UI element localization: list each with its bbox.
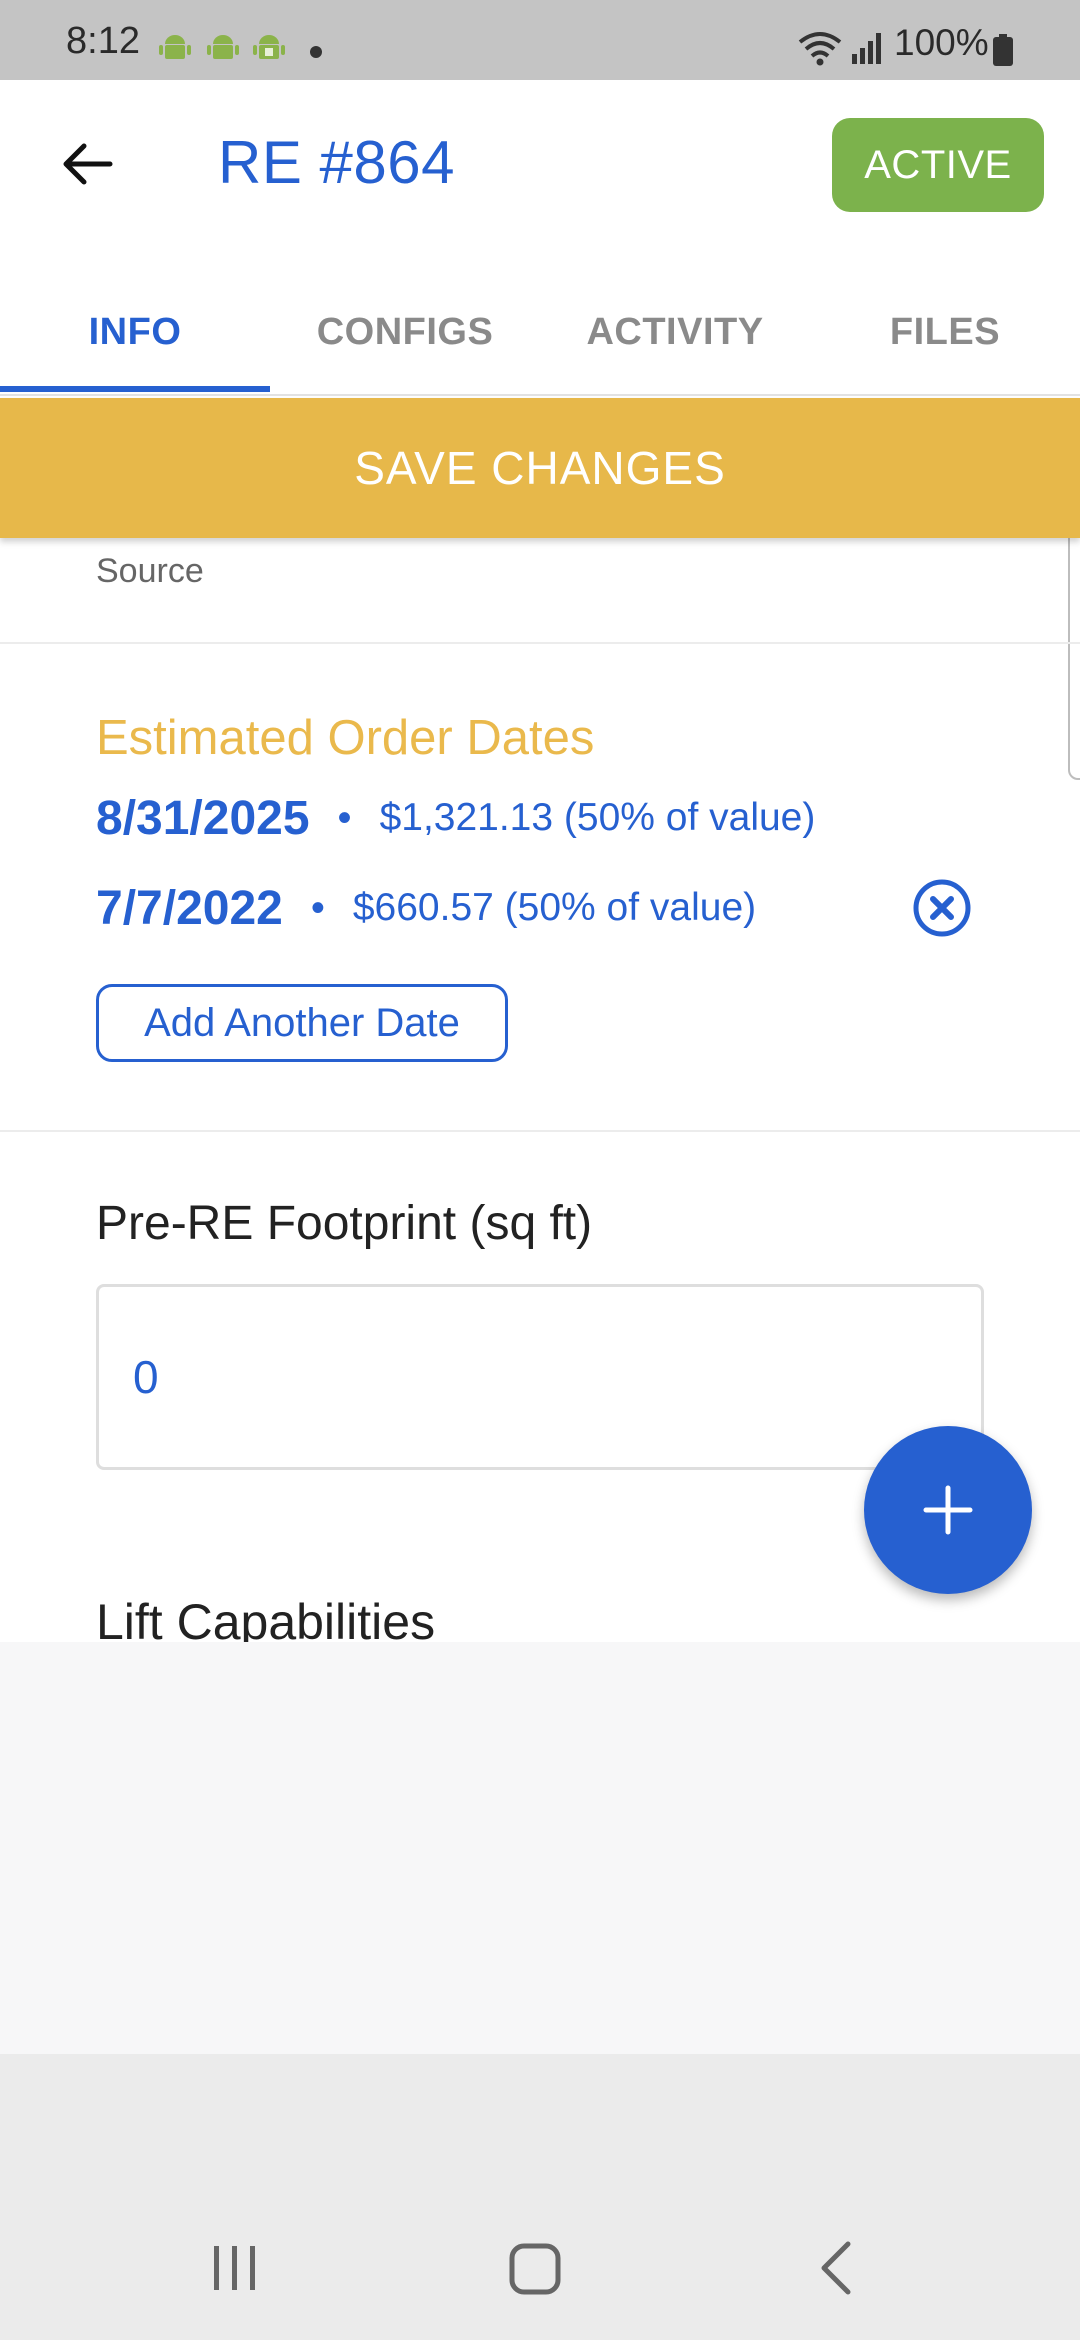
status-badge: ACTIVE	[832, 118, 1044, 212]
save-changes-button[interactable]: SAVE CHANGES	[0, 398, 1080, 538]
footprint-label: Pre-RE Footprint (sq ft)	[96, 1197, 593, 1250]
source-text: Source	[96, 552, 204, 590]
back-button[interactable]	[48, 132, 124, 196]
plus-icon	[923, 1485, 973, 1535]
lift-capabilities-label: Lift Capabilities	[96, 1594, 436, 1642]
remove-date-icon[interactable]	[912, 878, 972, 938]
tab-configs[interactable]: CONFIGS	[270, 270, 540, 394]
footprint-input[interactable]: 0	[96, 1284, 984, 1470]
android-icon	[207, 35, 239, 59]
separator-dot: •	[337, 795, 352, 840]
add-fab-button[interactable]	[864, 1426, 1032, 1594]
dot-icon	[310, 46, 322, 58]
back-icon[interactable]	[808, 2236, 868, 2300]
android-icon	[159, 35, 191, 59]
tab-indicator	[0, 386, 270, 392]
add-another-date-button[interactable]: Add Another Date	[96, 984, 508, 1062]
order-date: 8/31/2025	[96, 791, 310, 845]
order-date-row: 7/7/2022 • $660.57 (50% of value)	[96, 878, 756, 938]
order-amount: $1,321.13 (50% of value)	[379, 796, 816, 839]
order-amount: $660.57 (50% of value)	[352, 886, 757, 929]
battery-icon	[993, 34, 1013, 66]
battery-percentage: 100%	[894, 22, 989, 63]
order-date: 7/7/2022	[96, 881, 283, 935]
divider	[0, 642, 1080, 644]
arrow-left-icon	[63, 143, 113, 185]
recents-icon[interactable]	[200, 2240, 270, 2296]
wifi-icon	[798, 32, 842, 66]
home-icon[interactable]	[500, 2236, 570, 2300]
tab-activity[interactable]: ACTIVITY	[540, 270, 810, 394]
divider	[0, 1130, 1080, 1132]
tab-bar: INFO CONFIGS ACTIVITY FILES	[0, 270, 1080, 396]
page-title: RE #864	[218, 129, 455, 196]
signal-icon	[852, 33, 881, 64]
empty-content-area	[0, 1642, 1080, 2054]
tab-info[interactable]: INFO	[0, 270, 270, 394]
android-icon	[253, 35, 285, 59]
lift-capabilities-label-container: Lift Capabilities	[96, 1590, 896, 1642]
order-dates-heading: Estimated Order Dates	[96, 711, 595, 765]
tab-files[interactable]: FILES	[810, 270, 1080, 394]
status-time: 8:12	[66, 20, 140, 62]
separator-dot: •	[310, 885, 325, 930]
order-date-row: 8/31/2025 • $1,321.13 (50% of value)	[96, 788, 815, 848]
